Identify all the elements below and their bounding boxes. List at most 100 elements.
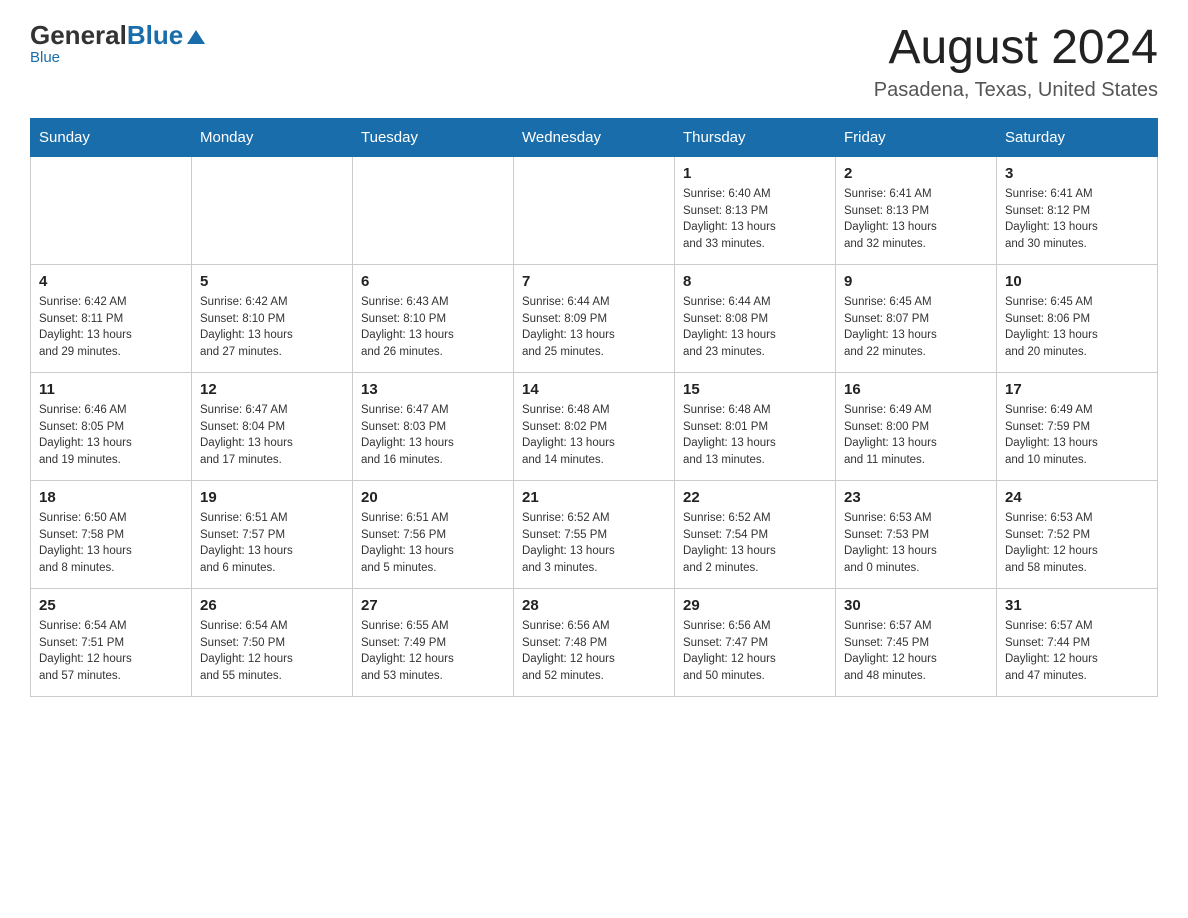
- day-number: 12: [200, 381, 344, 398]
- calendar-day-cell: 21Sunrise: 6:52 AM Sunset: 7:55 PM Dayli…: [514, 481, 675, 589]
- day-number: 20: [361, 489, 505, 506]
- day-number: 17: [1005, 381, 1149, 398]
- day-sun-info: Sunrise: 6:44 AM Sunset: 8:09 PM Dayligh…: [522, 294, 666, 361]
- calendar-day-cell: 17 Sunrise: 6:49 AM Sunset: 7:59 PM Dayli…: [997, 373, 1158, 481]
- day-number: 25: [39, 597, 183, 614]
- calendar-day-cell: 12Sunrise: 6:47 AM Sunset: 8:04 PM Dayli…: [192, 373, 353, 481]
- location-subtitle: Pasadena, Texas, United States: [874, 79, 1158, 102]
- calendar-day-cell: 29 Sunrise: 6:56 AM Sunset: 7:47 PM Dayli…: [675, 589, 836, 697]
- day-sun-info: Sunrise: 6:53 AM Sunset: 7:52 PM Dayligh…: [1005, 510, 1149, 577]
- day-number: 27: [361, 597, 505, 614]
- day-sun-info: Sunrise: 6:51 AM Sunset: 7:56 PM Dayligh…: [361, 510, 505, 577]
- calendar-day-cell: 27 Sunrise: 6:55 AM Sunset: 7:49 PM Dayli…: [353, 589, 514, 697]
- weekday-header-row: SundayMondayTuesdayWednesdayThursdayFrid…: [31, 119, 1158, 157]
- day-number: 9: [844, 273, 988, 290]
- weekday-header-cell: Sunday: [31, 119, 192, 157]
- day-number: 11: [39, 381, 183, 398]
- day-number: 5: [200, 273, 344, 290]
- day-number: 29: [683, 597, 827, 614]
- calendar-day-cell: 30 Sunrise: 6:57 AM Sunset: 7:45 PM Dayli…: [836, 589, 997, 697]
- day-number: 15: [683, 381, 827, 398]
- calendar-day-cell: 19 Sunrise: 6:51 AM Sunset: 7:57 PM Dayli…: [192, 481, 353, 589]
- calendar-day-cell: 28 Sunrise: 6:56 AM Sunset: 7:48 PM Dayli…: [514, 589, 675, 697]
- calendar-day-cell: 3 Sunrise: 6:41 AM Sunset: 8:12 PM Daylig…: [997, 157, 1158, 265]
- calendar-day-cell: 13Sunrise: 6:47 AM Sunset: 8:03 PM Dayli…: [353, 373, 514, 481]
- day-sun-info: Sunrise: 6:42 AM Sunset: 8:10 PM Dayligh…: [200, 294, 344, 361]
- day-sun-info: Sunrise: 6:55 AM Sunset: 7:49 PM Dayligh…: [361, 618, 505, 685]
- day-sun-info: Sunrise: 6:41 AM Sunset: 8:13 PM Dayligh…: [844, 186, 988, 253]
- day-number: 22: [683, 489, 827, 506]
- day-sun-info: Sunrise: 6:45 AM Sunset: 8:07 PM Dayligh…: [844, 294, 988, 361]
- calendar-day-cell: 7 Sunrise: 6:44 AM Sunset: 8:09 PM Daylig…: [514, 265, 675, 373]
- title-area: August 2024 Pasadena, Texas, United Stat…: [874, 20, 1158, 102]
- calendar-day-cell: 15 Sunrise: 6:48 AM Sunset: 8:01 PM Dayli…: [675, 373, 836, 481]
- calendar-day-cell: 9 Sunrise: 6:45 AM Sunset: 8:07 PM Daylig…: [836, 265, 997, 373]
- weekday-header-cell: Wednesday: [514, 119, 675, 157]
- day-number: 23: [844, 489, 988, 506]
- day-sun-info: Sunrise: 6:54 AM Sunset: 7:50 PM Dayligh…: [200, 618, 344, 685]
- day-sun-info: Sunrise: 6:48 AM Sunset: 8:01 PM Dayligh…: [683, 402, 827, 469]
- weekday-header-cell: Saturday: [997, 119, 1158, 157]
- day-sun-info: Sunrise: 6:51 AM Sunset: 7:57 PM Dayligh…: [200, 510, 344, 577]
- calendar-day-cell: 26 Sunrise: 6:54 AM Sunset: 7:50 PM Dayli…: [192, 589, 353, 697]
- calendar-day-cell: 1Sunrise: 6:40 AM Sunset: 8:13 PM Daylig…: [675, 157, 836, 265]
- calendar-week-row: 11Sunrise: 6:46 AM Sunset: 8:05 PM Dayli…: [31, 373, 1158, 481]
- logo-tagline: Blue: [30, 49, 60, 66]
- weekday-header-cell: Tuesday: [353, 119, 514, 157]
- calendar-day-cell: [192, 157, 353, 265]
- day-number: 3: [1005, 165, 1149, 182]
- day-number: 6: [361, 273, 505, 290]
- day-sun-info: Sunrise: 6:56 AM Sunset: 7:48 PM Dayligh…: [522, 618, 666, 685]
- day-number: 30: [844, 597, 988, 614]
- calendar-day-cell: 18 Sunrise: 6:50 AM Sunset: 7:58 PM Dayli…: [31, 481, 192, 589]
- logo-arrow-icon: [185, 26, 207, 48]
- day-number: 31: [1005, 597, 1149, 614]
- day-number: 26: [200, 597, 344, 614]
- calendar-day-cell: 16 Sunrise: 6:49 AM Sunset: 8:00 PM Dayli…: [836, 373, 997, 481]
- day-sun-info: Sunrise: 6:56 AM Sunset: 7:47 PM Dayligh…: [683, 618, 827, 685]
- day-sun-info: Sunrise: 6:53 AM Sunset: 7:53 PM Dayligh…: [844, 510, 988, 577]
- day-number: 16: [844, 381, 988, 398]
- weekday-header-cell: Thursday: [675, 119, 836, 157]
- day-sun-info: Sunrise: 6:49 AM Sunset: 8:00 PM Dayligh…: [844, 402, 988, 469]
- calendar-day-cell: 11Sunrise: 6:46 AM Sunset: 8:05 PM Dayli…: [31, 373, 192, 481]
- calendar-day-cell: [31, 157, 192, 265]
- day-number: 18: [39, 489, 183, 506]
- logo: General Blue Blue: [30, 20, 207, 66]
- weekday-header-cell: Monday: [192, 119, 353, 157]
- logo-blue-part: Blue: [127, 20, 207, 51]
- page-header: General Blue Blue August 2024 Pasadena, …: [30, 20, 1158, 102]
- day-number: 19: [200, 489, 344, 506]
- day-sun-info: Sunrise: 6:45 AM Sunset: 8:06 PM Dayligh…: [1005, 294, 1149, 361]
- logo-general-text: General: [30, 20, 127, 51]
- calendar-body: 1Sunrise: 6:40 AM Sunset: 8:13 PM Daylig…: [31, 157, 1158, 697]
- calendar-day-cell: 31 Sunrise: 6:57 AM Sunset: 7:44 PM Dayli…: [997, 589, 1158, 697]
- calendar-day-cell: 8Sunrise: 6:44 AM Sunset: 8:08 PM Daylig…: [675, 265, 836, 373]
- day-sun-info: Sunrise: 6:44 AM Sunset: 8:08 PM Dayligh…: [683, 294, 827, 361]
- calendar-week-row: 4Sunrise: 6:42 AM Sunset: 8:11 PM Daylig…: [31, 265, 1158, 373]
- calendar-day-cell: 23 Sunrise: 6:53 AM Sunset: 7:53 PM Dayli…: [836, 481, 997, 589]
- day-sun-info: Sunrise: 6:50 AM Sunset: 7:58 PM Dayligh…: [39, 510, 183, 577]
- day-sun-info: Sunrise: 6:48 AM Sunset: 8:02 PM Dayligh…: [522, 402, 666, 469]
- calendar-week-row: 25 Sunrise: 6:54 AM Sunset: 7:51 PM Dayli…: [31, 589, 1158, 697]
- day-sun-info: Sunrise: 6:54 AM Sunset: 7:51 PM Dayligh…: [39, 618, 183, 685]
- day-number: 7: [522, 273, 666, 290]
- calendar-day-cell: 24 Sunrise: 6:53 AM Sunset: 7:52 PM Dayli…: [997, 481, 1158, 589]
- day-sun-info: Sunrise: 6:47 AM Sunset: 8:03 PM Dayligh…: [361, 402, 505, 469]
- day-number: 24: [1005, 489, 1149, 506]
- day-number: 28: [522, 597, 666, 614]
- day-number: 2: [844, 165, 988, 182]
- calendar-table: SundayMondayTuesdayWednesdayThursdayFrid…: [30, 118, 1158, 697]
- day-sun-info: Sunrise: 6:49 AM Sunset: 7:59 PM Dayligh…: [1005, 402, 1149, 469]
- day-sun-info: Sunrise: 6:52 AM Sunset: 7:54 PM Dayligh…: [683, 510, 827, 577]
- calendar-day-cell: 5 Sunrise: 6:42 AM Sunset: 8:10 PM Daylig…: [192, 265, 353, 373]
- day-sun-info: Sunrise: 6:42 AM Sunset: 8:11 PM Dayligh…: [39, 294, 183, 361]
- day-sun-info: Sunrise: 6:57 AM Sunset: 7:45 PM Dayligh…: [844, 618, 988, 685]
- calendar-day-cell: 20 Sunrise: 6:51 AM Sunset: 7:56 PM Dayli…: [353, 481, 514, 589]
- weekday-header-cell: Friday: [836, 119, 997, 157]
- day-sun-info: Sunrise: 6:41 AM Sunset: 8:12 PM Dayligh…: [1005, 186, 1149, 253]
- calendar-day-cell: 6Sunrise: 6:43 AM Sunset: 8:10 PM Daylig…: [353, 265, 514, 373]
- calendar-day-cell: 4Sunrise: 6:42 AM Sunset: 8:11 PM Daylig…: [31, 265, 192, 373]
- day-sun-info: Sunrise: 6:57 AM Sunset: 7:44 PM Dayligh…: [1005, 618, 1149, 685]
- day-sun-info: Sunrise: 6:40 AM Sunset: 8:13 PM Dayligh…: [683, 186, 827, 253]
